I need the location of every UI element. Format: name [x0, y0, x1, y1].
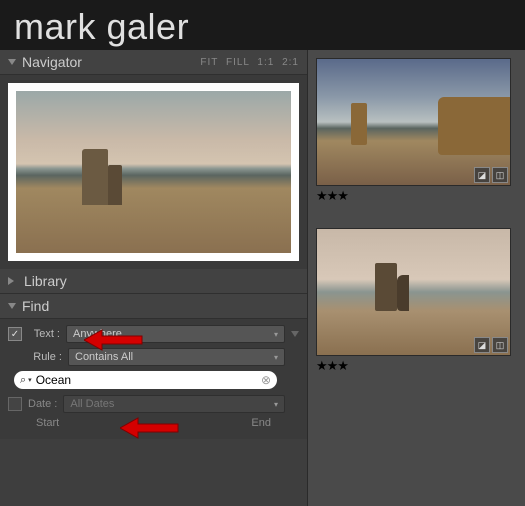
- rule-label: Rule :: [8, 351, 68, 363]
- left-panel: Navigator FIT FILL 1:1 2:1 Library Find …: [0, 50, 308, 506]
- search-menu-icon[interactable]: ▾: [28, 376, 32, 384]
- zoom-fill[interactable]: FILL: [226, 57, 250, 68]
- disclosure-triangle-icon: [8, 277, 18, 285]
- zoom-1-1[interactable]: 1:1: [257, 57, 274, 68]
- find-header[interactable]: Find: [0, 294, 307, 319]
- disclosure-triangle-icon: [8, 303, 16, 309]
- rating-stars[interactable]: ★★★: [316, 186, 511, 206]
- zoom-fit[interactable]: FIT: [200, 57, 218, 68]
- text-label: Text :: [26, 328, 66, 340]
- submenu-triangle-icon[interactable]: [291, 331, 299, 337]
- chevron-updown-icon: ▾: [274, 353, 278, 362]
- search-icon[interactable]: ⌕: [20, 374, 26, 387]
- zoom-controls: FIT FILL 1:1 2:1: [196, 57, 299, 68]
- thumbnail[interactable]: ◪ ◫ ★★★: [316, 58, 511, 206]
- text-checkbox[interactable]: ✓: [8, 327, 22, 341]
- rule-select[interactable]: Contains All▾: [68, 348, 285, 366]
- start-label: Start: [36, 417, 59, 429]
- date-checkbox[interactable]: [8, 397, 22, 411]
- adjust-badge-icon[interactable]: ◫: [492, 337, 508, 353]
- search-field-wrap: ⌕ ▾ ⊗: [14, 371, 277, 389]
- navigator-preview[interactable]: [0, 75, 307, 269]
- chevron-updown-icon: ▾: [274, 330, 278, 339]
- navigator-title: Navigator: [22, 54, 82, 70]
- chevron-updown-icon: ▾: [274, 400, 278, 409]
- rating-stars[interactable]: ★★★: [316, 356, 511, 376]
- library-header[interactable]: Library: [0, 269, 307, 294]
- find-panel: ✓ Text : Anywhere▾ Rule : Contains All▾ …: [0, 319, 307, 439]
- library-title: Library: [24, 273, 67, 289]
- grid-view: ◪ ◫ ★★★ ◪ ◫ ★★★: [308, 50, 525, 506]
- find-title: Find: [22, 298, 49, 314]
- date-select[interactable]: All Dates▾: [63, 395, 285, 413]
- branding-text: mark galer: [0, 0, 525, 50]
- clear-icon[interactable]: ⊗: [261, 373, 271, 387]
- crop-badge-icon[interactable]: ◪: [474, 167, 490, 183]
- zoom-2-1[interactable]: 2:1: [282, 57, 299, 68]
- end-label: End: [251, 417, 271, 429]
- text-scope-select[interactable]: Anywhere▾: [66, 325, 285, 343]
- date-label: Date :: [28, 398, 57, 410]
- thumbnail[interactable]: ◪ ◫ ★★★: [316, 228, 511, 376]
- crop-badge-icon[interactable]: ◪: [474, 337, 490, 353]
- search-input[interactable]: [36, 373, 261, 387]
- navigator-header[interactable]: Navigator FIT FILL 1:1 2:1: [0, 50, 307, 75]
- adjust-badge-icon[interactable]: ◫: [492, 167, 508, 183]
- disclosure-triangle-icon: [8, 59, 16, 65]
